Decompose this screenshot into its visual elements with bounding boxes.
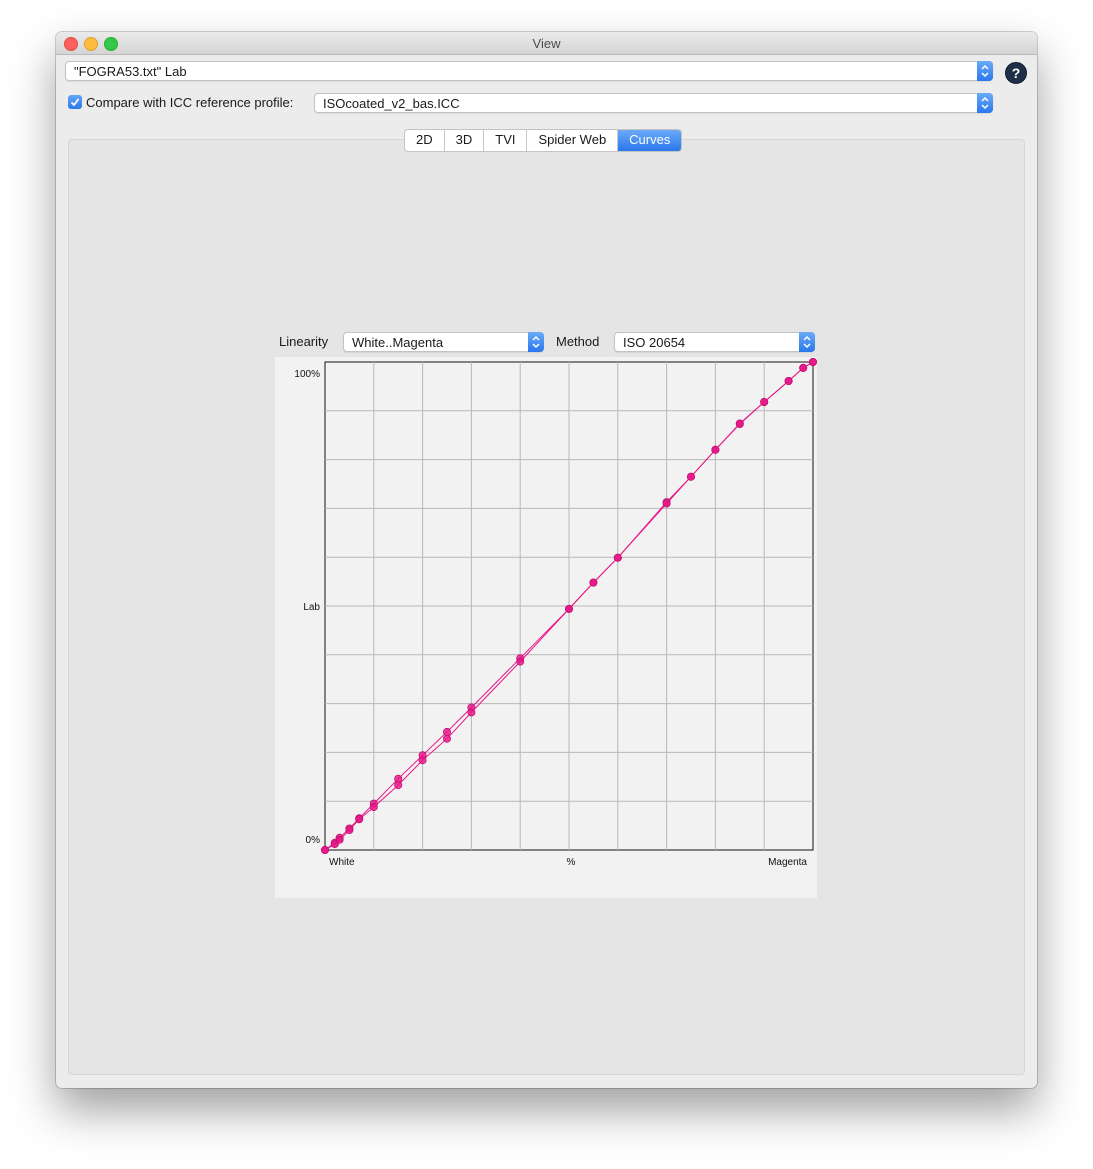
- data-source-value: "FOGRA53.txt" Lab: [74, 64, 187, 79]
- checkmark-icon: [70, 98, 80, 107]
- view-window: View "FOGRA53.txt" Lab ? Compare with IC…: [56, 32, 1037, 1088]
- title-bar: View: [56, 32, 1037, 55]
- window-title: View: [532, 36, 561, 51]
- data-source-popup[interactable]: "FOGRA53.txt" Lab: [65, 61, 993, 81]
- data-point: [711, 445, 720, 454]
- data-point: [760, 398, 769, 407]
- compare-checkbox[interactable]: [68, 95, 82, 109]
- data-point: [809, 358, 817, 366]
- data-point: [345, 825, 354, 834]
- data-point: [442, 734, 451, 743]
- x-mid-label: %: [567, 857, 576, 868]
- curves-chart: 100% Lab 0% White % Magenta: [294, 358, 817, 868]
- help-icon: ?: [1011, 65, 1021, 81]
- method-popup[interactable]: ISO 20654: [614, 332, 815, 352]
- view-tabs: 2D 3D TVI Spider Web Curves: [404, 129, 683, 152]
- tab-spider-web[interactable]: Spider Web: [527, 130, 619, 151]
- data-point: [321, 845, 330, 854]
- data-point: [589, 578, 598, 587]
- tab-2d[interactable]: 2D: [405, 130, 445, 151]
- data-point: [735, 419, 744, 428]
- help-button[interactable]: ?: [1005, 62, 1027, 84]
- data-point: [784, 376, 793, 385]
- data-point: [467, 708, 476, 717]
- data-point: [686, 472, 695, 481]
- tab-curves[interactable]: Curves: [618, 130, 682, 151]
- y-mid-label: Lab: [303, 602, 320, 613]
- x-start-label: White: [329, 857, 355, 868]
- reference-profile-value: ISOcoated_v2_bas.ICC: [323, 96, 460, 111]
- popup-arrows-icon: [528, 332, 544, 352]
- data-point: [394, 781, 403, 790]
- tab-3d[interactable]: 3D: [445, 130, 485, 151]
- compare-label: Compare with ICC reference profile:: [86, 95, 294, 110]
- data-point: [799, 363, 808, 372]
- linearity-popup[interactable]: White..Magenta: [343, 332, 544, 352]
- data-point: [516, 657, 525, 666]
- y-top-label: 100%: [294, 369, 320, 380]
- method-value: ISO 20654: [623, 335, 686, 350]
- popup-arrows-icon: [977, 61, 993, 81]
- linearity-value: White..Magenta: [352, 335, 444, 350]
- x-end-label: Magenta: [768, 857, 807, 868]
- data-point: [564, 604, 573, 613]
- tab-tvi[interactable]: TVI: [484, 130, 528, 151]
- data-point: [418, 756, 427, 765]
- method-label: Method: [556, 334, 600, 349]
- popup-arrows-icon: [799, 332, 815, 352]
- y-bottom-label: 0%: [306, 835, 321, 846]
- popup-arrows-icon: [977, 93, 993, 113]
- data-point: [355, 815, 364, 824]
- data-point: [662, 499, 671, 508]
- curves-plot: 100% Lab 0% White % Magenta: [275, 357, 817, 898]
- reference-profile-popup[interactable]: ISOcoated_v2_bas.ICC: [314, 93, 993, 113]
- data-point: [442, 727, 451, 736]
- data-point: [613, 553, 622, 562]
- data-point: [369, 803, 378, 812]
- data-point: [335, 835, 344, 844]
- linearity-label: Linearity: [279, 334, 329, 349]
